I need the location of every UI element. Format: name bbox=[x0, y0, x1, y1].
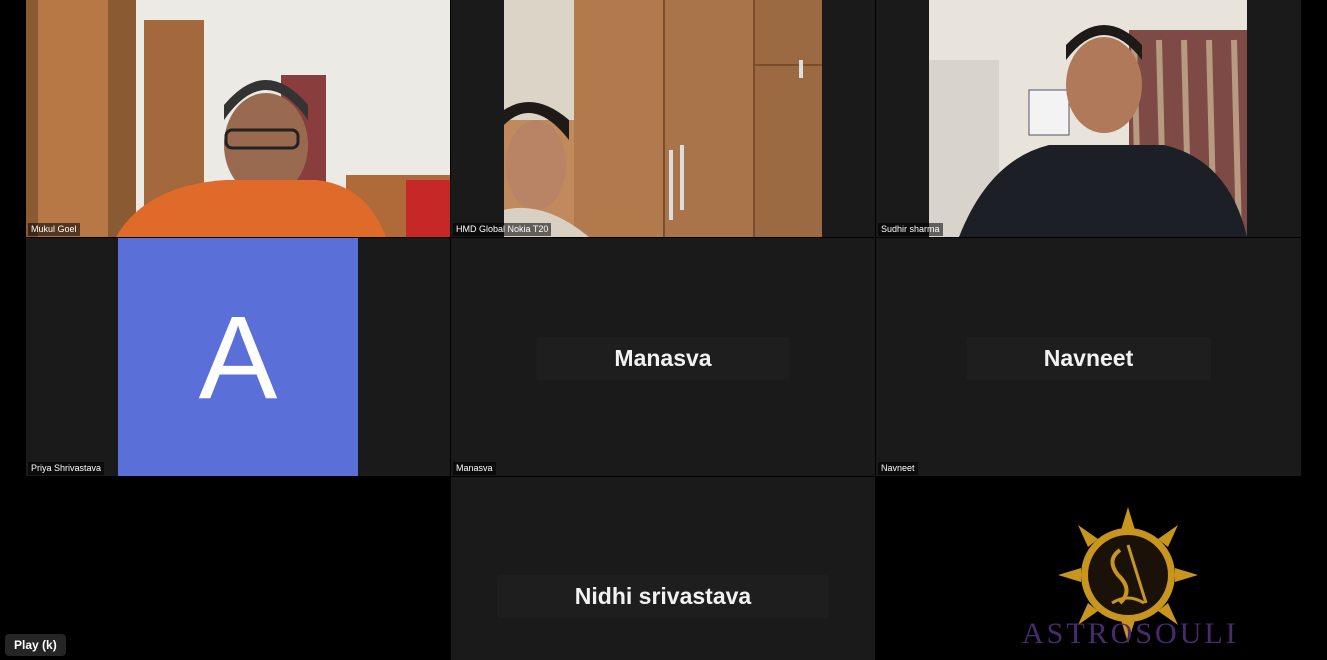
participant-tile-sudhir-sharma[interactable]: Sudhir sharma bbox=[876, 0, 1301, 237]
participant-tile-nidhi-srivastava[interactable]: Nidhi srivastava bbox=[451, 477, 875, 660]
astrosoul-logo-text: ASTROSOULI bbox=[1022, 617, 1239, 650]
participant-tile-navneet[interactable]: Navneet Navneet bbox=[876, 238, 1301, 476]
participant-name-label: HMD Global Nokia T20 bbox=[453, 223, 552, 236]
video-feed bbox=[929, 0, 1247, 237]
participant-display-name: Navneet bbox=[965, 337, 1212, 380]
video-frame-image bbox=[929, 0, 1247, 237]
participant-name-label: Mukul Goel bbox=[28, 223, 80, 236]
participant-tile-manasva[interactable]: Manasva Manasva bbox=[451, 238, 875, 476]
participant-name-label: Priya Shrivastava bbox=[28, 462, 105, 475]
participant-tile-hmd-global[interactable]: HMD Global Nokia T20 bbox=[451, 0, 875, 237]
video-frame-image bbox=[26, 0, 450, 237]
video-feed bbox=[504, 0, 822, 237]
participant-tile-mukul-goel[interactable]: Mukul Goel bbox=[26, 0, 450, 237]
participant-name-label: Sudhir sharma bbox=[878, 223, 943, 236]
play-button[interactable]: Play (k) bbox=[5, 634, 66, 656]
participant-name-label: Manasva bbox=[453, 462, 496, 475]
participant-display-name: Nidhi srivastava bbox=[496, 575, 830, 618]
video-feed bbox=[26, 0, 450, 237]
participant-tile-astrosoul[interactable]: ASTROSOULI bbox=[876, 477, 1301, 660]
participant-avatar: A bbox=[118, 238, 358, 476]
participant-name-label: Navneet bbox=[878, 462, 918, 475]
participant-tile-priya-shrivastava[interactable]: A Priya Shrivastava bbox=[26, 238, 450, 476]
avatar-letter: A bbox=[198, 292, 278, 424]
video-frame-image bbox=[504, 0, 822, 237]
participant-display-name: Manasva bbox=[536, 337, 790, 380]
